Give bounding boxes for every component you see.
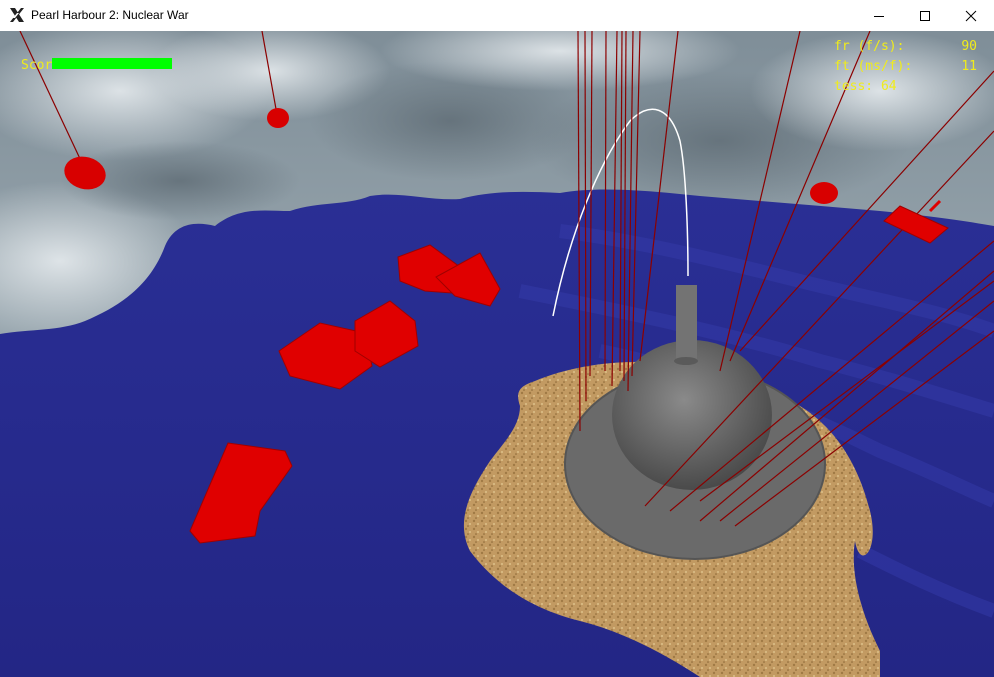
frame-time-label: ft (ms/f): [834, 59, 913, 74]
x-logo-icon [10, 8, 24, 22]
minimize-button[interactable] [856, 0, 902, 31]
health-bar [52, 58, 172, 69]
frame-time-value: 11 [961, 59, 977, 74]
minimize-icon [874, 15, 884, 17]
tess-display: tess: 64 [834, 77, 897, 97]
tess-label: tess: [834, 79, 874, 94]
enemy-bomb [810, 182, 838, 204]
maximize-icon [920, 10, 930, 21]
window-title: Pearl Harbour 2: Nuclear War [31, 8, 189, 22]
close-icon [965, 10, 977, 21]
close-button[interactable] [948, 0, 994, 31]
fps-label: fr (f/s): [834, 39, 905, 54]
game-window: Pearl Harbour 2: Nuclear War Score: fr (… [0, 0, 994, 677]
enemy-bomb [267, 108, 289, 128]
fps-value: 90 [961, 39, 977, 54]
maximize-button[interactable] [902, 0, 948, 31]
title-bar[interactable]: Pearl Harbour 2: Nuclear War [0, 0, 994, 32]
game-scene[interactable] [0, 31, 994, 677]
game-viewport[interactable]: Score: 0 fr (f/s): 90 ft (ms/f): 11 tess… [0, 31, 994, 677]
tess-value: 64 [880, 79, 897, 94]
